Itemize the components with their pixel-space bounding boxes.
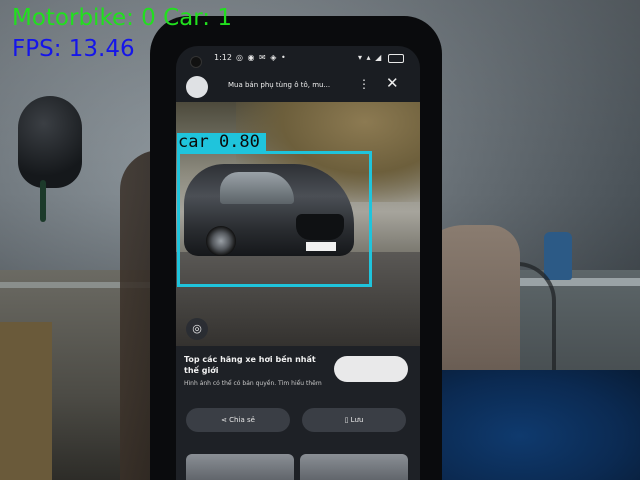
status-bar: 1:12 ◎ ◉ ✉ ◈ • ▾ ▴ ◢ — [176, 52, 420, 68]
card-title: Top các hãng xe hơi bền nhất thế giới — [184, 355, 316, 375]
visual-search-icon[interactable]: ◎ — [186, 318, 208, 340]
avatar[interactable] — [186, 76, 208, 98]
blue-bottle — [544, 232, 572, 280]
status-time: 1:12 — [214, 53, 232, 62]
pin-card: Top các hãng xe hơi bền nhất thế giới Hì… — [176, 346, 420, 480]
related-thumbnail[interactable] — [186, 454, 294, 480]
camera-frame: 1:12 ◎ ◉ ✉ ◈ • ▾ ▴ ◢ Mua bán phụ tùng ô … — [0, 0, 640, 480]
close-icon[interactable]: ✕ — [386, 76, 399, 91]
header-title[interactable]: Mua bán phụ tùng ô tô, mu... — [228, 81, 364, 89]
share-button[interactable]: ⋖ Chia sẻ — [186, 408, 290, 432]
detection-box — [177, 151, 372, 287]
share-icon: ⋖ — [221, 416, 230, 424]
detection-label: car 0.80 — [177, 133, 266, 152]
pin-header: Mua bán phụ tùng ô tô, mu... ⋮ ✕ — [176, 72, 420, 102]
front-camera — [190, 56, 202, 68]
save-button[interactable]: ▯ Lưu — [302, 408, 406, 432]
related-thumbnail[interactable] — [300, 454, 408, 480]
notification-icons: ◎ ◉ ✉ ◈ • — [236, 53, 287, 62]
visit-button[interactable] — [334, 356, 408, 382]
share-label: Chia sẻ — [229, 416, 255, 424]
cardboard-box — [0, 322, 52, 480]
blue-cloth — [440, 370, 640, 480]
helmet — [18, 96, 82, 188]
save-label: Lưu — [350, 416, 364, 424]
fps-readout: FPS: 13.46 — [12, 36, 135, 62]
more-vertical-icon[interactable]: ⋮ — [358, 78, 370, 90]
signal-icons: ▾ ▴ ◢ — [358, 53, 383, 62]
battery-icon — [388, 54, 404, 63]
helmet-strap — [40, 180, 46, 222]
object-counts: Motorbike: 0 Car: 1 — [12, 5, 233, 31]
